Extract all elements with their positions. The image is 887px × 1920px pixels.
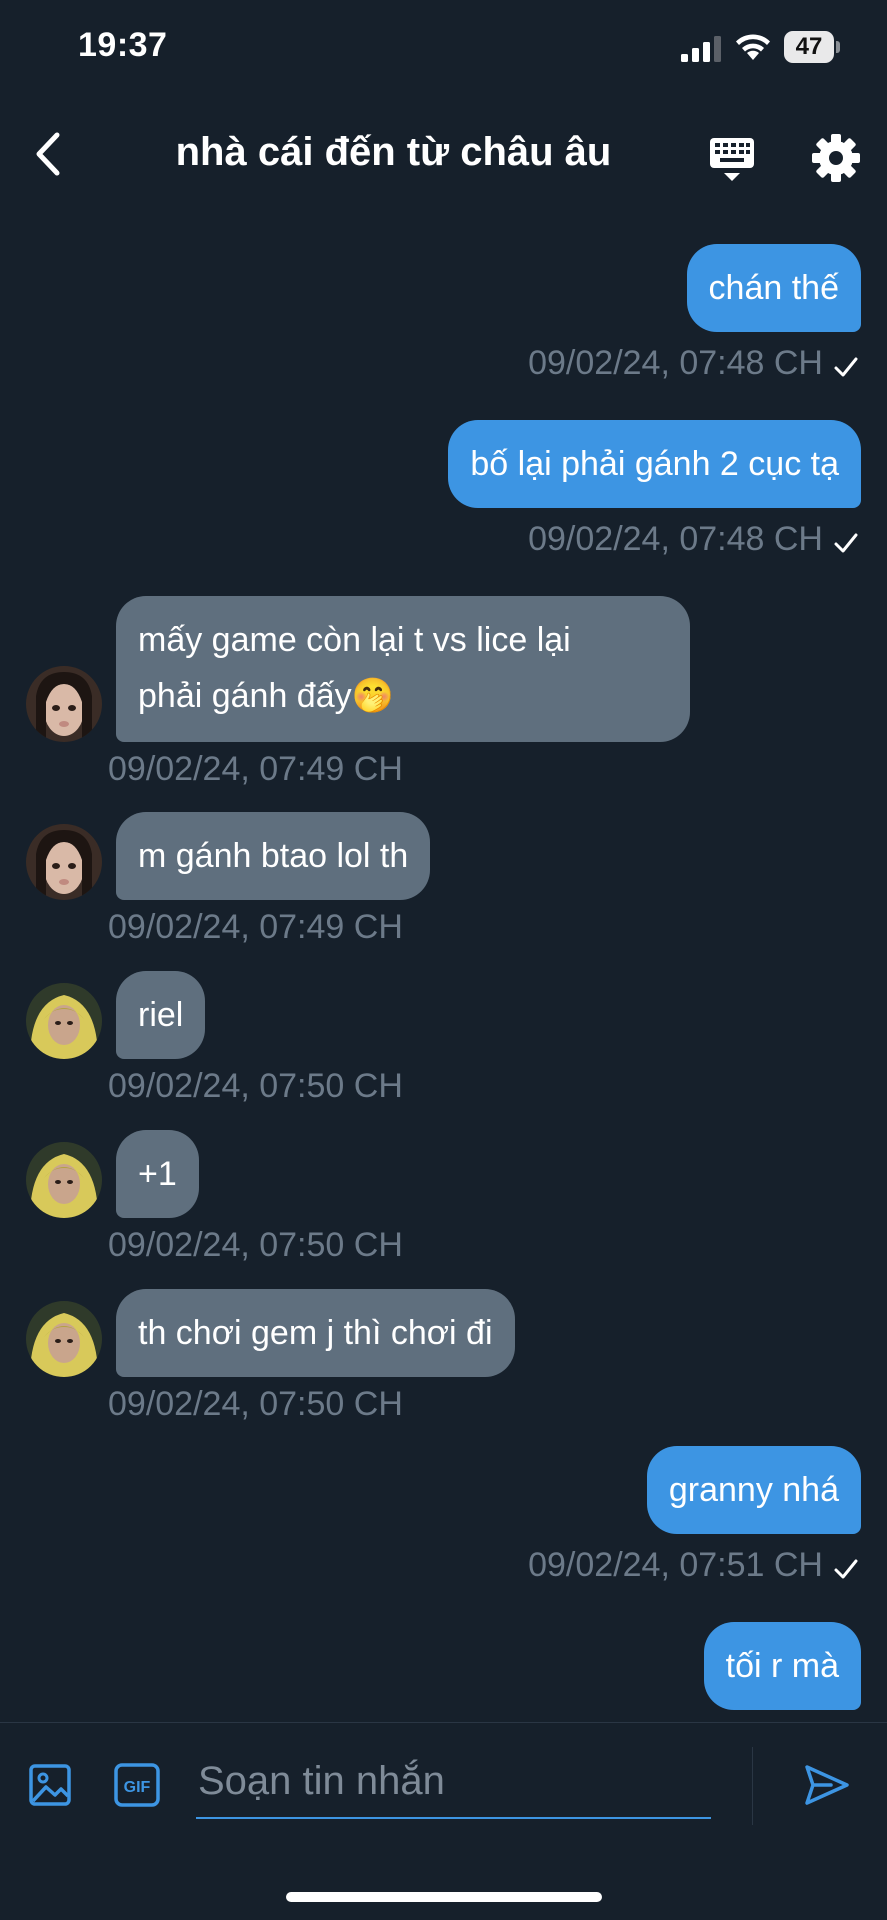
image-icon[interactable] — [28, 1763, 72, 1807]
message-composer: GIF — [0, 1722, 887, 1842]
battery-indicator: 47 — [784, 31, 840, 63]
composer-divider — [752, 1747, 753, 1825]
message-timestamp: 09/02/24, 07:49 CH — [108, 908, 403, 946]
cellular-signal-icon — [681, 36, 721, 62]
message-list[interactable]: chán thế 09/02/24, 07:48 CH bố lại phải … — [0, 240, 887, 1720]
message-timestamp: 09/02/24, 07:48 CH — [528, 344, 823, 382]
battery-level: 47 — [784, 31, 834, 63]
keyboard-icon[interactable] — [704, 132, 760, 188]
message-timestamp: 09/02/24, 07:49 CH — [108, 750, 403, 788]
home-indicator — [286, 1892, 602, 1902]
message-timestamp: 09/02/24, 07:50 CH — [108, 1385, 403, 1423]
battery-nub — [836, 41, 840, 53]
wifi-icon — [736, 34, 770, 60]
message-bubble[interactable]: th chơi gem j thì chơi đi — [116, 1289, 515, 1377]
chat-header: nhà cái đến từ châu âu — [0, 108, 887, 200]
status-time: 19:37 — [78, 26, 168, 64]
gear-icon[interactable] — [808, 130, 864, 186]
message-bubble[interactable]: bố lại phải gánh 2 cục tạ — [448, 420, 861, 508]
avatar[interactable] — [26, 1301, 102, 1377]
message-line: mấy game còn lại t vs lice lại — [138, 621, 571, 659]
message-bubble[interactable]: riel — [116, 971, 206, 1059]
chat-screen: 19:37 47 nhà cái đến từ châu âu chán thế… — [0, 0, 887, 1920]
avatar[interactable] — [26, 824, 102, 900]
message-timestamp: 09/02/24, 07:50 CH — [108, 1067, 403, 1105]
message-timestamp: 09/02/24, 07:50 CH — [108, 1226, 403, 1264]
message-line: phải gánh đấy🤭 — [138, 677, 394, 715]
send-icon[interactable] — [803, 1761, 851, 1809]
message-bubble[interactable]: granny nhá — [646, 1446, 861, 1534]
status-bar: 19:37 47 — [0, 0, 887, 100]
gif-icon: GIF — [114, 1763, 160, 1807]
message-input-wrapper — [196, 1745, 711, 1819]
avatar[interactable] — [26, 666, 102, 742]
avatar[interactable] — [26, 983, 102, 1059]
gif-label: GIF — [124, 1779, 151, 1796]
message-bubble[interactable]: tối r mà — [703, 1622, 861, 1710]
checkmark-icon — [834, 533, 858, 553]
message-bubble[interactable]: mấy game còn lại t vs lice lại phải gánh… — [116, 596, 690, 742]
message-bubble[interactable]: +1 — [116, 1130, 199, 1218]
message-bubble[interactable]: chán thế — [686, 244, 861, 332]
avatar[interactable] — [26, 1142, 102, 1218]
message-timestamp: 09/02/24, 07:51 CH — [528, 1546, 823, 1584]
message-input[interactable] — [196, 1745, 711, 1817]
message-bubble[interactable]: m gánh btao lol th — [116, 812, 431, 900]
checkmark-icon — [834, 1559, 858, 1579]
message-timestamp: 09/02/24, 07:48 CH — [528, 520, 823, 558]
gif-button[interactable]: GIF — [114, 1763, 160, 1807]
checkmark-icon — [834, 357, 858, 377]
